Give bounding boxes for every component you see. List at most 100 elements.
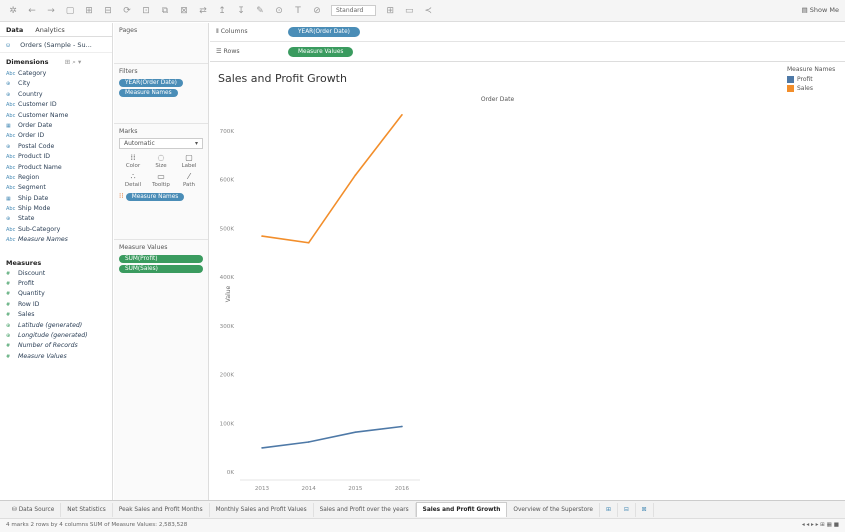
- sheet-tab[interactable]: Monthly Sales and Profit Values: [210, 502, 314, 517]
- field-item[interactable]: Abc Customer Name: [0, 111, 112, 121]
- field-item[interactable]: ⊕ City: [0, 79, 112, 89]
- redo-icon[interactable]: →: [46, 6, 56, 16]
- field-type-icon: Abc: [6, 185, 16, 192]
- show-me-button[interactable]: ▤ Show Me: [802, 6, 839, 14]
- field-item[interactable]: # Sales: [0, 310, 112, 320]
- new-dashboard-icon[interactable]: ⊟: [618, 502, 636, 517]
- field-item[interactable]: Abc Customer ID: [0, 100, 112, 110]
- clear-icon[interactable]: ⊠: [179, 6, 189, 16]
- field-item[interactable]: Abc Measure Names: [0, 235, 112, 245]
- rows-label: ☰ Rows: [216, 48, 240, 55]
- new-story-icon[interactable]: ⊠: [636, 502, 654, 517]
- legend-item[interactable]: Sales: [787, 85, 845, 92]
- field-item[interactable]: Abc Ship Mode: [0, 204, 112, 214]
- pin-icon[interactable]: ⊘: [312, 6, 322, 16]
- status-text: 4 marks 2 rows by 4 columns SUM of Measu…: [6, 522, 188, 528]
- marks-label-button[interactable]: ▢ Label: [175, 153, 203, 169]
- pause-updates-icon[interactable]: ⊟: [103, 6, 113, 16]
- field-item[interactable]: ⊕ State: [0, 214, 112, 224]
- fix-axes-icon[interactable]: ⊞: [385, 6, 395, 16]
- field-name: Ship Date: [18, 194, 49, 202]
- sheet-tabs: ⛁ Data Source Net Statistics Peak Sales an…: [0, 500, 845, 518]
- datasource-item[interactable]: ⛁ Orders (Sample - Su...: [0, 37, 112, 53]
- sheet-tab[interactable]: ⛁ Data Source: [6, 502, 62, 517]
- field-item[interactable]: # Profit: [0, 279, 112, 289]
- sheet-tab[interactable]: Sales and Profit Growth: [415, 502, 508, 517]
- field-type-icon: ⊕: [6, 332, 11, 339]
- sheet-tab[interactable]: Peak Sales and Profit Months: [113, 502, 210, 517]
- tab-data[interactable]: Data: [0, 23, 30, 36]
- columns-shelf[interactable]: ⦀ Columns YEAR(Order Date): [210, 23, 845, 42]
- sheet-tab[interactable]: Overview of the Superstore: [507, 502, 600, 517]
- field-item[interactable]: # Measure Values: [0, 352, 112, 362]
- field-type-icon: #: [6, 312, 11, 319]
- field-item[interactable]: ⊕ Country: [0, 90, 112, 100]
- field-type-icon: #: [6, 353, 11, 360]
- fit-select[interactable]: Standard: [331, 5, 377, 16]
- tableau-logo-icon[interactable]: ✲: [8, 6, 18, 16]
- filter-pill-measure-names[interactable]: Measure Names: [119, 89, 178, 97]
- marks-size-button[interactable]: ◌ Size: [147, 153, 175, 169]
- field-item[interactable]: # Number of Records: [0, 341, 112, 351]
- y-tick-label: 400K: [220, 275, 235, 281]
- run-update-icon[interactable]: ⟳: [122, 6, 132, 16]
- field-item[interactable]: # Discount: [0, 269, 112, 279]
- marks-color-button[interactable]: ⁞⁞ Color: [119, 153, 147, 169]
- field-item[interactable]: ⊕ Longitude (generated): [0, 331, 112, 341]
- field-item[interactable]: ⊕ Latitude (generated): [0, 321, 112, 331]
- marks-pill-measure-names[interactable]: Measure Names: [125, 193, 185, 201]
- marks-type-select[interactable]: Automatic ▾: [119, 138, 203, 149]
- filter-pill-year[interactable]: YEAR(Order Date): [119, 79, 183, 87]
- field-item[interactable]: Abc Sub-Category: [0, 225, 112, 235]
- new-sheet-icon[interactable]: ⊞: [600, 502, 618, 517]
- undo-icon[interactable]: ←: [27, 6, 37, 16]
- status-nav-icons[interactable]: ◂ ◂ ▸ ▸ ⊞ ▦ ■: [802, 522, 839, 529]
- search-icon[interactable]: ⊞ ⌕ ▾: [65, 58, 81, 66]
- field-item[interactable]: Abc Product Name: [0, 163, 112, 173]
- field-item[interactable]: ⊕ Postal Code: [0, 142, 112, 152]
- measure-pill-sales[interactable]: SUM(Sales): [119, 265, 203, 273]
- presentation-icon[interactable]: ▭: [404, 6, 414, 16]
- sheet-tab[interactable]: Sales and Profit over the years: [314, 502, 416, 517]
- sort-desc-icon[interactable]: ↧: [236, 6, 246, 16]
- duplicate-icon[interactable]: ⧉: [160, 6, 170, 16]
- field-type-icon: #: [6, 270, 11, 277]
- field-item[interactable]: Abc Product ID: [0, 152, 112, 162]
- marks-path-button[interactable]: ⁄ Path: [175, 172, 203, 188]
- swap-icon[interactable]: ⇄: [198, 6, 208, 16]
- y-tick-label: 600K: [220, 178, 235, 184]
- labels-icon[interactable]: T: [293, 6, 303, 16]
- field-item[interactable]: Abc Order ID: [0, 131, 112, 141]
- sort-asc-icon[interactable]: ↥: [217, 6, 227, 16]
- field-item[interactable]: # Quantity: [0, 289, 112, 299]
- marks-tooltip-button[interactable]: ▭ Tooltip: [147, 172, 175, 188]
- measure-pill-profit[interactable]: SUM(Profit): [119, 255, 203, 263]
- marks-detail-button[interactable]: ∴ Detail: [119, 172, 147, 188]
- rows-pill-measure-values[interactable]: Measure Values: [288, 46, 354, 57]
- field-item[interactable]: ▦ Ship Date: [0, 194, 112, 204]
- field-item[interactable]: Abc Category: [0, 69, 112, 79]
- field-name: State: [18, 215, 35, 223]
- legend-item[interactable]: Profit: [787, 76, 845, 83]
- field-type-icon: Abc: [6, 71, 16, 77]
- sheet-tab[interactable]: Net Statistics: [61, 502, 113, 517]
- filters-card[interactable]: Filters YEAR(Order Date) Measure Names: [114, 64, 208, 124]
- pages-card[interactable]: Pages: [114, 23, 208, 64]
- group-icon[interactable]: ⊙: [274, 6, 284, 16]
- rows-shelf[interactable]: ☰ Rows Measure Values: [210, 42, 845, 62]
- show-me-label: Show Me: [809, 6, 839, 14]
- measure-values-title: Measure Values: [119, 244, 168, 251]
- field-name: Measure Names: [18, 236, 68, 244]
- field-item[interactable]: ▦ Order Date: [0, 121, 112, 131]
- columns-pill-year[interactable]: YEAR(Order Date): [288, 27, 360, 37]
- highlight-icon[interactable]: ✎: [255, 6, 265, 16]
- tab-analytics[interactable]: Analytics: [29, 23, 71, 36]
- new-datasource-icon[interactable]: ⊞: [84, 6, 94, 16]
- filters-title: Filters: [119, 68, 138, 75]
- field-item[interactable]: Abc Region: [0, 173, 112, 183]
- field-item[interactable]: # Row ID: [0, 300, 112, 310]
- share-icon[interactable]: ≺: [423, 6, 433, 16]
- new-worksheet-icon[interactable]: ⊡: [141, 6, 151, 16]
- field-item[interactable]: Abc Segment: [0, 183, 112, 193]
- save-icon[interactable]: ▢: [65, 6, 75, 16]
